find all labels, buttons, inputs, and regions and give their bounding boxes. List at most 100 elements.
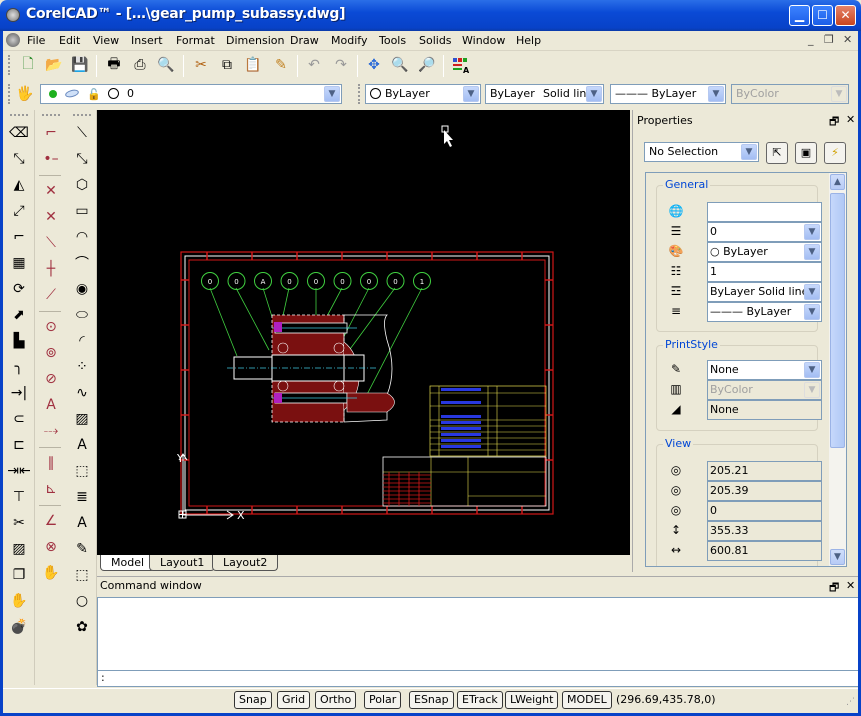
- document-icon[interactable]: [6, 33, 20, 47]
- toolbar-grip[interactable]: [42, 114, 60, 116]
- doc-restore-button[interactable]: ❐: [824, 33, 834, 46]
- toolbar-grip[interactable]: [358, 84, 361, 104]
- chevron-down-icon[interactable]: ▼: [741, 144, 757, 160]
- toolbar-grip[interactable]: [73, 114, 91, 116]
- menu-help[interactable]: Help: [516, 34, 541, 47]
- linetype-combo[interactable]: ByLayer Solid line ▼: [485, 84, 604, 104]
- snap-settings-icon[interactable]: ✋: [40, 562, 62, 584]
- tab-layout1[interactable]: Layout1: [149, 555, 216, 571]
- cut-icon[interactable]: ✂: [190, 54, 212, 76]
- cloud2-icon[interactable]: ✿: [71, 616, 93, 638]
- chevron-down-icon[interactable]: ▼: [804, 284, 820, 300]
- toolbar-grip[interactable]: [10, 114, 28, 116]
- selection-combo[interactable]: No Selection ▼: [644, 142, 759, 162]
- layer-lock-icon[interactable]: 🔓: [87, 86, 101, 103]
- array-icon[interactable]: ▦: [8, 252, 30, 274]
- menu-dimension[interactable]: Dimension: [226, 34, 284, 47]
- revcloud-edit-icon[interactable]: ✎: [71, 538, 93, 560]
- mirror-icon[interactable]: ◭: [8, 174, 30, 196]
- tab-model[interactable]: Model: [100, 555, 156, 571]
- panel-close-icon[interactable]: ✕: [846, 113, 855, 126]
- edit-hand-icon[interactable]: ✋: [8, 590, 30, 612]
- explode-icon[interactable]: ▙: [8, 330, 30, 352]
- snap-perp2-icon[interactable]: ⊾: [40, 478, 62, 500]
- layer-on-icon[interactable]: [49, 90, 57, 98]
- paste-icon[interactable]: 📋: [242, 54, 264, 76]
- stretch-icon[interactable]: ⤡: [8, 148, 30, 170]
- eraser-icon[interactable]: ⌫: [8, 122, 30, 144]
- layer-state-icon[interactable]: 🖐: [14, 83, 36, 105]
- resize-grip[interactable]: ⋰: [846, 697, 855, 707]
- property-value[interactable]: ——— ByLayer ▼: [707, 302, 822, 322]
- copy-icon[interactable]: ❐: [8, 564, 30, 586]
- chamfer-round-icon[interactable]: ⊂: [8, 408, 30, 430]
- polar-toggle[interactable]: Polar: [364, 691, 402, 709]
- snap-tangent-icon[interactable]: ⟋: [40, 284, 62, 306]
- esnap-toggle[interactable]: ESnap: [409, 691, 454, 709]
- polygon-icon[interactable]: ⬡: [71, 174, 93, 196]
- chevron-down-icon[interactable]: ▼: [804, 304, 820, 320]
- ellipse-icon[interactable]: ⬭: [71, 304, 93, 326]
- hatch-icon[interactable]: ▨: [71, 408, 93, 430]
- layer-combo[interactable]: 🔓 0 ▼: [40, 84, 342, 104]
- arc2-icon[interactable]: ⌒: [71, 252, 93, 274]
- scroll-thumb[interactable]: [830, 193, 845, 448]
- drawing-canvas[interactable]: 00A000001 X Y: [97, 110, 630, 555]
- resize-icon[interactable]: ⬈: [8, 304, 30, 326]
- hatch-edit-icon[interactable]: ▨: [8, 538, 30, 560]
- snap-nearest-icon[interactable]: ⟍: [40, 232, 62, 254]
- copy-icon[interactable]: ⧉: [216, 54, 238, 76]
- snap-parallel-icon[interactable]: ∥: [40, 452, 62, 474]
- lweight-toggle[interactable]: LWeight: [505, 691, 559, 709]
- rectangle-icon[interactable]: ▭: [71, 200, 93, 222]
- chevron-down-icon[interactable]: ▼: [804, 362, 820, 378]
- block-icon[interactable]: ⬚: [71, 460, 93, 482]
- quick-select-button[interactable]: ▣: [795, 142, 817, 164]
- attribute-icon[interactable]: A: [71, 434, 93, 456]
- model-toggle[interactable]: MODEL: [562, 691, 612, 709]
- menu-solids[interactable]: Solids: [419, 34, 452, 47]
- grid-toggle[interactable]: Grid: [277, 691, 311, 709]
- new-icon[interactable]: 🗋: [17, 54, 39, 76]
- property-value[interactable]: ○ ByLayer ▼: [707, 242, 822, 262]
- color-combo[interactable]: ByLayer ▼: [365, 84, 481, 104]
- save-icon[interactable]: 💾: [69, 54, 91, 76]
- minimize-button[interactable]: ▁: [789, 5, 810, 26]
- chevron-down-icon[interactable]: ▼: [463, 86, 479, 102]
- menu-edit[interactable]: Edit: [59, 34, 80, 47]
- tab-layout2[interactable]: Layout2: [212, 555, 279, 571]
- offset-icon[interactable]: ⌐: [8, 226, 30, 248]
- circle-icon[interactable]: ◉: [71, 278, 93, 300]
- plot-icon[interactable]: ⎙: [129, 54, 151, 76]
- command-close-icon[interactable]: ✕: [846, 579, 855, 592]
- spline-icon[interactable]: ∿: [71, 382, 93, 404]
- command-float-icon[interactable]: 🗗: [829, 579, 839, 598]
- extend-icon[interactable]: →|: [8, 382, 30, 404]
- cloud-icon[interactable]: ○: [71, 590, 93, 612]
- chevron-down-icon[interactable]: ▼: [324, 86, 340, 102]
- chevron-down-icon[interactable]: ▼: [708, 86, 724, 102]
- clear-snaps-icon[interactable]: ⊗: [40, 536, 62, 558]
- note-icon[interactable]: ≣: [71, 486, 93, 508]
- ortho-toggle[interactable]: Ortho: [315, 691, 357, 709]
- scale-icon[interactable]: ⤢: [8, 200, 30, 222]
- toolbar-grip[interactable]: [8, 84, 11, 104]
- snap-quadrant-icon[interactable]: ⊚: [40, 342, 62, 364]
- select-objects-button[interactable]: ⇱: [766, 142, 788, 164]
- arc-icon[interactable]: ◠: [71, 226, 93, 248]
- chevron-down-icon[interactable]: ▼: [586, 86, 602, 102]
- chevron-down-icon[interactable]: ▼: [804, 224, 820, 240]
- snap-midpoint-icon[interactable]: •–: [40, 148, 62, 170]
- snap-intersection-icon[interactable]: ✕: [40, 180, 62, 202]
- open-icon[interactable]: 📂: [43, 54, 65, 76]
- scroll-down-icon[interactable]: ▼: [830, 549, 845, 565]
- line-icon[interactable]: ⟍: [71, 122, 93, 144]
- snap-apparent-icon[interactable]: ✕: [40, 206, 62, 228]
- snap-angle-icon[interactable]: ∠: [40, 510, 62, 532]
- toggle-pickadd-button[interactable]: ⚡: [824, 142, 846, 164]
- menu-tools[interactable]: Tools: [379, 34, 406, 47]
- property-value[interactable]: ByLayer Solid line ▼: [707, 282, 822, 302]
- points-icon[interactable]: ⁘: [71, 356, 93, 378]
- command-input[interactable]: :: [97, 671, 861, 687]
- zoom-realtime-icon[interactable]: 🔍: [389, 54, 411, 76]
